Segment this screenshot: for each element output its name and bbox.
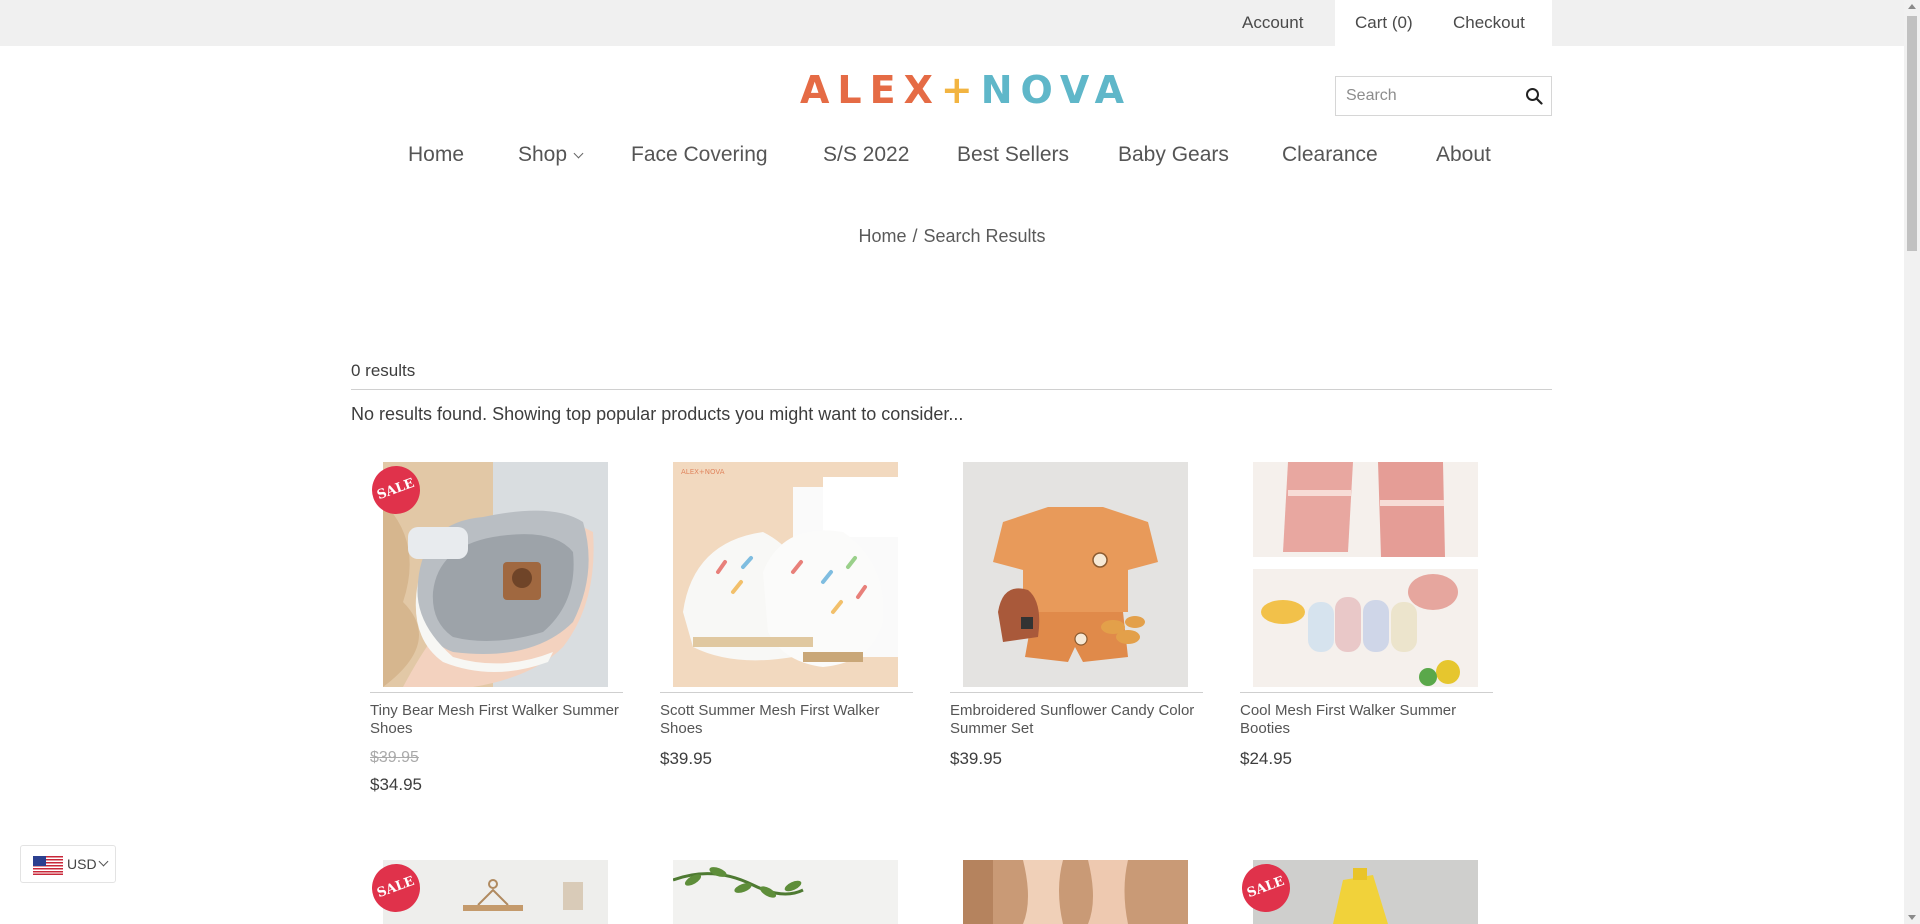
- product-card[interactable]: [950, 860, 1203, 924]
- product-divider: [950, 692, 1203, 693]
- product-divider: [1240, 692, 1493, 693]
- nav-item-face-covering[interactable]: Face Covering: [631, 140, 768, 170]
- scroll-up-icon[interactable]: [1908, 4, 1916, 9]
- search-icon[interactable]: [1525, 87, 1543, 105]
- product-image[interactable]: [963, 860, 1188, 924]
- result-count: 0 results: [351, 361, 416, 380]
- currency-selector[interactable]: USD: [20, 845, 116, 883]
- product-price: $24.95: [1240, 749, 1292, 768]
- product-card[interactable]: SALE: [1240, 860, 1493, 924]
- nav-item-clearance[interactable]: Clearance: [1282, 140, 1378, 170]
- breadcrumb: Home / Search Results: [0, 226, 1904, 247]
- brand-logo-part1: ALEX: [800, 68, 941, 112]
- breadcrumb-separator: /: [912, 226, 918, 246]
- cart-link[interactable]: Cart (0): [1355, 0, 1413, 46]
- main-navigation: Home Shop Face Covering S/S 2022 Best Se…: [0, 140, 1904, 170]
- product-title[interactable]: Tiny Bear Mesh First Walker Summer Shoes: [370, 702, 623, 738]
- no-results-message: No results found. Showing top popular pr…: [351, 404, 964, 424]
- account-link[interactable]: Account: [1242, 0, 1303, 46]
- checkout-link[interactable]: Checkout: [1453, 0, 1525, 46]
- product-image[interactable]: [963, 462, 1188, 687]
- us-flag-icon: [33, 856, 63, 875]
- breadcrumb-home[interactable]: Home: [858, 226, 906, 246]
- scroll-down-icon[interactable]: [1908, 915, 1916, 920]
- nav-item-ss-2022[interactable]: S/S 2022: [823, 140, 909, 170]
- nav-item-baby-gears[interactable]: Baby Gears: [1118, 140, 1229, 170]
- chevron-down-icon: [98, 856, 109, 867]
- product-title[interactable]: Scott Summer Mesh First Walker Shoes: [660, 702, 913, 738]
- nav-item-best-sellers[interactable]: Best Sellers: [957, 140, 1069, 170]
- currency-code: USD: [67, 856, 97, 872]
- results-divider: [351, 389, 1552, 390]
- product-image[interactable]: ALEX+NOVA: [673, 462, 898, 687]
- product-price: $34.95: [370, 775, 422, 794]
- search-input[interactable]: [1336, 77, 1516, 115]
- product-price: $39.95: [950, 749, 1002, 768]
- scrollbar-thumb[interactable]: [1907, 16, 1917, 251]
- product-title[interactable]: Embroidered Sunflower Candy Color Summer…: [950, 702, 1203, 738]
- nav-item-about[interactable]: About: [1436, 140, 1491, 170]
- brand-logo[interactable]: ALEX+NOVA: [800, 70, 1132, 110]
- product-image[interactable]: [673, 860, 898, 924]
- product-divider: [660, 692, 913, 693]
- brand-logo-plus: +: [940, 68, 981, 112]
- product-divider: [370, 692, 623, 693]
- product-image[interactable]: [1253, 462, 1478, 687]
- product-card[interactable]: SALE: [370, 860, 623, 924]
- page-scrollbar[interactable]: [1904, 0, 1920, 924]
- product-title[interactable]: Cool Mesh First Walker Summer Booties: [1240, 702, 1493, 738]
- svg-text:ALEX+NOVA: ALEX+NOVA: [681, 468, 725, 476]
- chevron-down-icon: [573, 148, 584, 159]
- nav-item-home[interactable]: Home: [408, 140, 464, 170]
- top-utility-bar: Account Cart (0) Checkout: [0, 0, 1904, 46]
- search-form: [1335, 76, 1552, 116]
- breadcrumb-current: Search Results: [923, 226, 1046, 246]
- product-old-price: $39.95: [370, 749, 419, 766]
- product-price: $39.95: [660, 749, 712, 768]
- nav-item-shop[interactable]: Shop: [518, 140, 584, 170]
- product-card[interactable]: [660, 860, 913, 924]
- nav-item-shop-label: Shop: [518, 143, 568, 166]
- brand-logo-part2: NOVA: [980, 68, 1133, 112]
